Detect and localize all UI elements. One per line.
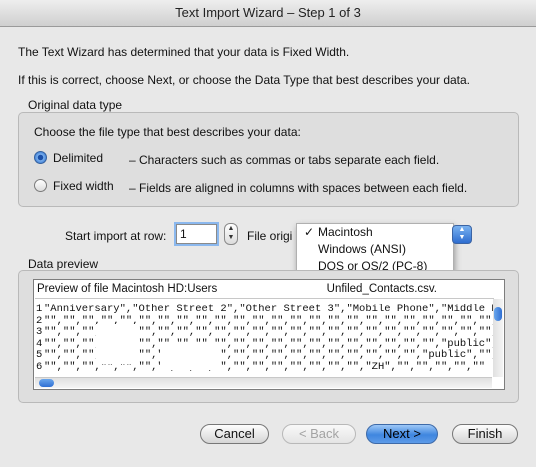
preview-horizontal-scrollbar[interactable] xyxy=(35,377,492,388)
menu-item-windows-ansi[interactable]: Windows (ANSI) xyxy=(297,241,453,258)
intro-line-1: The Text Wizard has determined that your… xyxy=(18,45,350,59)
vertical-scroll-thumb[interactable] xyxy=(494,307,502,321)
menu-item-label: Macintosh xyxy=(318,225,373,239)
original-type-legend: Original data type xyxy=(28,98,123,112)
delimited-description: – Characters such as commas or tabs sepa… xyxy=(129,153,440,167)
fixed-width-radio[interactable] xyxy=(34,179,47,192)
preview-header-suffix: Unfiled_Contacts.csv. xyxy=(326,283,438,295)
checkmark-icon: ✓ xyxy=(304,225,315,239)
cancel-button[interactable]: Cancel xyxy=(200,424,269,444)
fixed-width-label[interactable]: Fixed width xyxy=(53,179,114,193)
delimited-label[interactable]: Delimited xyxy=(53,151,103,165)
intro-line-2: If this is correct, choose Next, or choo… xyxy=(18,73,471,87)
preview-header-prefix: Preview of file Macintosh HD:Users xyxy=(37,283,218,295)
next-button[interactable]: Next > xyxy=(366,424,438,444)
start-row-label: Start import at row: xyxy=(65,229,167,243)
file-origin-popup-arrows-icon[interactable]: ▲ ▼ xyxy=(452,225,472,244)
redaction xyxy=(96,324,136,364)
redaction xyxy=(161,344,221,370)
fixed-width-description: – Fields are aligned in columns with spa… xyxy=(129,181,468,195)
preview-rows: 1 "Anniversary","Other Street 2","Other S… xyxy=(36,304,493,372)
window-title: Text Import Wizard – Step 1 of 3 xyxy=(0,0,536,27)
finish-button[interactable]: Finish xyxy=(452,424,518,444)
preview-vertical-scrollbar[interactable] xyxy=(493,299,503,377)
menu-item-label: Windows (ANSI) xyxy=(318,242,407,256)
file-type-prompt: Choose the file type that best describes… xyxy=(34,125,301,139)
start-row-stepper[interactable]: ▲ ▼ xyxy=(224,223,238,245)
preview-file-header: Preview of file Macintosh HD:Users Unfil… xyxy=(35,281,494,299)
start-row-input[interactable]: 1 xyxy=(176,224,217,244)
menu-item-macintosh[interactable]: ✓ Macintosh xyxy=(297,224,453,241)
horizontal-scroll-thumb[interactable] xyxy=(39,379,54,387)
back-button[interactable]: < Back xyxy=(282,424,356,444)
data-preview-pane[interactable]: Preview of file Macintosh HD:Users Unfil… xyxy=(33,279,505,390)
delimited-radio[interactable] xyxy=(34,151,47,164)
data-preview-legend: Data preview xyxy=(28,257,99,271)
file-origin-label: File origi xyxy=(247,229,293,243)
